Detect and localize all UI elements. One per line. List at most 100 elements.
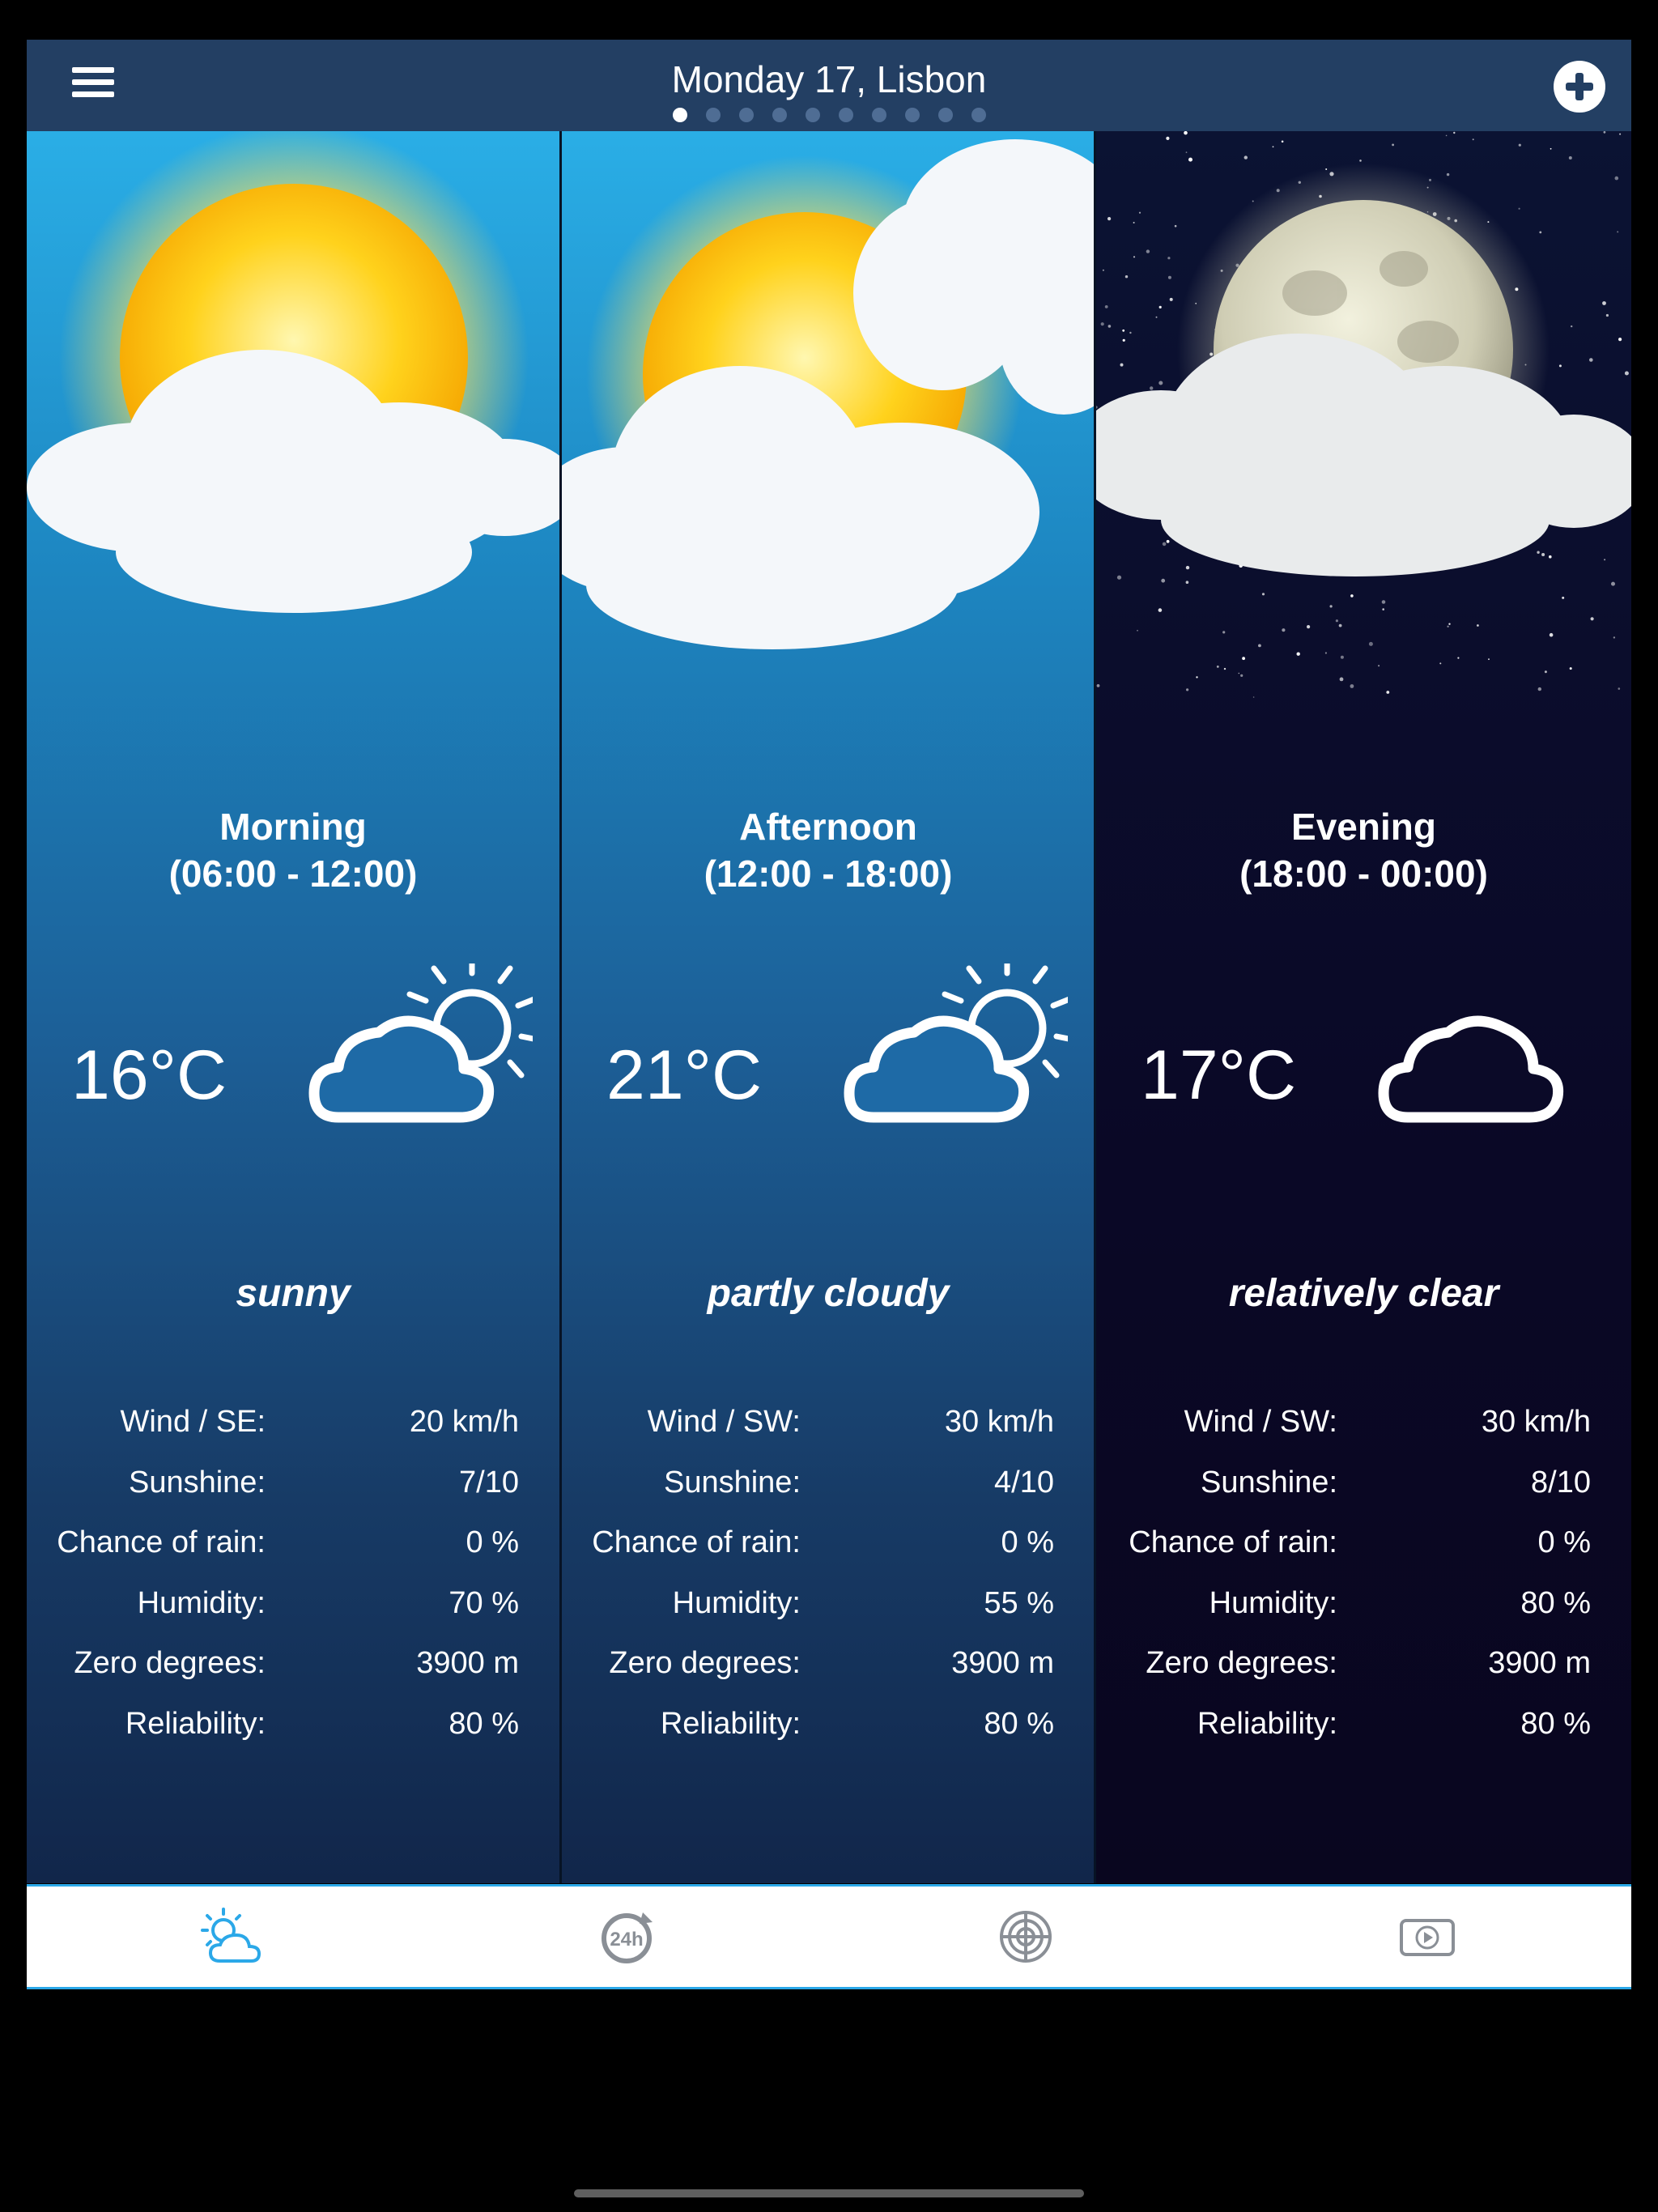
page-dot[interactable] bbox=[738, 108, 754, 122]
stat-row: Humidity: 70 % bbox=[27, 1586, 559, 1635]
temperature: 21°C bbox=[606, 1036, 763, 1114]
star bbox=[1096, 406, 1098, 409]
star bbox=[1184, 131, 1188, 135]
star bbox=[1447, 625, 1449, 627]
video-icon[interactable] bbox=[1392, 1904, 1463, 1969]
stat-label: Humidity: bbox=[672, 1585, 801, 1620]
star bbox=[1307, 625, 1311, 629]
page-indicator[interactable] bbox=[27, 108, 1631, 122]
period-time-range: (12:00 - 18:00) bbox=[704, 853, 953, 895]
page-dot[interactable] bbox=[937, 108, 953, 122]
star bbox=[1158, 608, 1163, 612]
page-dot[interactable] bbox=[772, 108, 787, 122]
star bbox=[1590, 617, 1594, 621]
page-dot[interactable] bbox=[904, 108, 920, 122]
star bbox=[1340, 655, 1344, 659]
stat-label: Reliability: bbox=[125, 1706, 266, 1741]
24h-forecast-icon[interactable]: 24h bbox=[593, 1904, 664, 1969]
star bbox=[1122, 338, 1125, 342]
star bbox=[1614, 176, 1619, 181]
star bbox=[1571, 325, 1573, 328]
period-panel-afternoon[interactable]: Afternoon (12:00 - 18:00) 21°C partly cl… bbox=[562, 131, 1095, 1883]
star bbox=[1185, 581, 1189, 584]
star bbox=[1281, 140, 1284, 143]
star bbox=[1446, 172, 1450, 177]
star bbox=[1252, 696, 1255, 698]
temperature: 17°C bbox=[1141, 1036, 1297, 1114]
star bbox=[1549, 632, 1554, 637]
page-dot[interactable] bbox=[838, 108, 853, 122]
star bbox=[1457, 657, 1460, 659]
page-dot[interactable] bbox=[705, 108, 721, 122]
temperature: 16°C bbox=[71, 1036, 227, 1114]
stat-value: 3900 m bbox=[951, 1646, 1054, 1680]
stat-row: Wind / SE: 20 km/h bbox=[27, 1405, 559, 1453]
stat-label: Humidity: bbox=[1209, 1585, 1337, 1620]
cloud-sun-icon bbox=[308, 963, 533, 1123]
star bbox=[1116, 575, 1122, 580]
star bbox=[1158, 305, 1162, 308]
cloud-sun-icon bbox=[844, 963, 1068, 1123]
star bbox=[1122, 329, 1125, 332]
star bbox=[1605, 313, 1609, 317]
period-panel-morning[interactable]: Morning (06:00 - 12:00) 16°C sunny Wind … bbox=[27, 131, 559, 1883]
star bbox=[1102, 269, 1104, 271]
star bbox=[1258, 644, 1261, 648]
star bbox=[1338, 623, 1342, 627]
sun-cloud-illustration bbox=[562, 139, 1095, 649]
weather-condition: partly cloudy bbox=[707, 1272, 950, 1315]
period-time-range: (06:00 - 12:00) bbox=[168, 853, 418, 895]
period-name: Morning bbox=[219, 806, 367, 848]
page-dot[interactable] bbox=[971, 108, 986, 122]
stat-row: Chance of rain: 0 % bbox=[1096, 1525, 1631, 1574]
stat-row: Reliability: 80 % bbox=[1096, 1707, 1631, 1755]
star bbox=[1453, 131, 1456, 134]
stat-value: 30 km/h bbox=[1481, 1405, 1591, 1439]
period-panel-evening[interactable]: Evening (18:00 - 00:00) 17°C relatively … bbox=[1096, 131, 1631, 1883]
page-dot[interactable] bbox=[805, 108, 820, 122]
stat-row: Humidity: 55 % bbox=[562, 1586, 1095, 1635]
weather-icon[interactable] bbox=[196, 1904, 267, 1969]
star bbox=[1186, 688, 1189, 691]
moon-cloud-illustration bbox=[1096, 131, 1631, 698]
star bbox=[1161, 578, 1166, 583]
star bbox=[1439, 662, 1442, 665]
star bbox=[1129, 331, 1132, 334]
home-indicator[interactable] bbox=[574, 2189, 1084, 2197]
stat-value: 80 % bbox=[984, 1706, 1054, 1741]
star bbox=[1448, 623, 1451, 625]
star bbox=[1477, 624, 1479, 627]
star bbox=[1282, 628, 1286, 632]
bottom-tab-bar: 24h bbox=[27, 1884, 1631, 1989]
weather-condition: relatively clear bbox=[1228, 1272, 1499, 1315]
star bbox=[1188, 157, 1192, 162]
page-dot[interactable] bbox=[672, 108, 687, 122]
star bbox=[1167, 257, 1171, 260]
star bbox=[1350, 594, 1354, 598]
star bbox=[1602, 301, 1606, 305]
stat-row: Zero degrees: 3900 m bbox=[562, 1646, 1095, 1695]
star bbox=[1133, 256, 1136, 258]
stat-value: 80 % bbox=[449, 1706, 519, 1741]
stat-row: Humidity: 80 % bbox=[1096, 1586, 1631, 1635]
star bbox=[1196, 676, 1198, 678]
cloud-moon-icon bbox=[1378, 972, 1596, 1123]
star bbox=[1537, 551, 1540, 554]
stat-label: Wind / SW: bbox=[647, 1405, 801, 1439]
star bbox=[1378, 665, 1380, 667]
star bbox=[1624, 371, 1629, 376]
star bbox=[1541, 553, 1545, 556]
star bbox=[1120, 363, 1124, 367]
stat-row: Sunshine: 4/10 bbox=[562, 1465, 1095, 1514]
radar-icon[interactable] bbox=[990, 1904, 1061, 1969]
star bbox=[1240, 674, 1244, 678]
star bbox=[1381, 600, 1386, 604]
stat-label: Chance of rain: bbox=[592, 1525, 801, 1559]
stat-label: Sunshine: bbox=[663, 1465, 801, 1499]
star bbox=[1359, 160, 1362, 162]
sun-cloud-illustration bbox=[27, 131, 559, 613]
add-location-button[interactable] bbox=[1554, 61, 1605, 113]
stat-value: 3900 m bbox=[1488, 1646, 1591, 1680]
stat-row: Sunshine: 7/10 bbox=[27, 1465, 559, 1514]
page-dot[interactable] bbox=[871, 108, 886, 122]
